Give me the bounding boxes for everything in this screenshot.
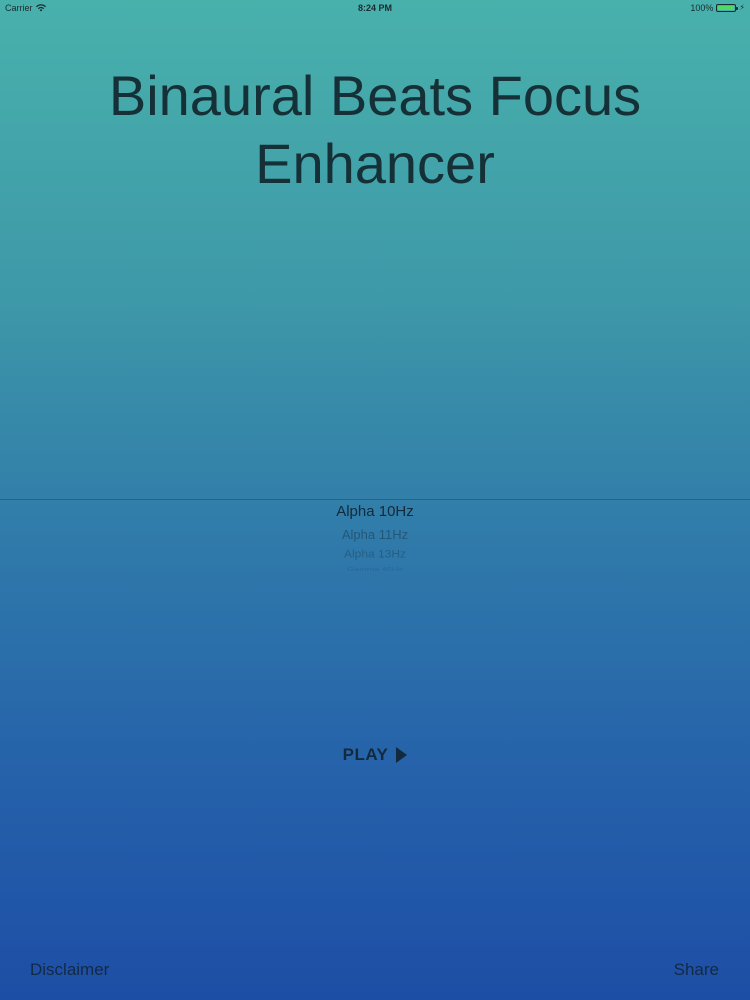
- picker-option[interactable]: Gamma 40Hz: [0, 566, 750, 572]
- disclaimer-button[interactable]: Disclaimer: [30, 960, 109, 980]
- picker-option[interactable]: Alpha 11Hz: [0, 527, 750, 542]
- battery-icon: [716, 4, 739, 12]
- battery-percent: 100%: [690, 3, 714, 13]
- status-time: 8:24 PM: [357, 3, 392, 13]
- charge-icon: ⚡︎: [739, 3, 745, 12]
- title-line-2: Enhancer: [255, 132, 495, 195]
- play-button[interactable]: PLAY: [0, 745, 750, 765]
- play-label: PLAY: [342, 745, 389, 764]
- picker-option-selected[interactable]: Alpha 10Hz: [0, 503, 750, 520]
- status-right: 100% ⚡︎: [690, 3, 745, 13]
- frequency-picker[interactable]: Alpha 10Hz Alpha 11Hz Alpha 13Hz Gamma 4…: [0, 500, 750, 578]
- status-bar: Carrier 8:24 PM 100% ⚡︎: [0, 0, 750, 16]
- battery-fill: [718, 6, 735, 10]
- title-line-1: Binaural Beats Focus: [108, 64, 642, 127]
- picker-option[interactable]: Alpha 13Hz: [0, 548, 750, 561]
- share-button[interactable]: Share: [674, 960, 719, 980]
- app-title: Binaural Beats Focus Enhancer: [0, 62, 750, 198]
- play-icon: [396, 747, 408, 763]
- battery-cap: [736, 7, 739, 10]
